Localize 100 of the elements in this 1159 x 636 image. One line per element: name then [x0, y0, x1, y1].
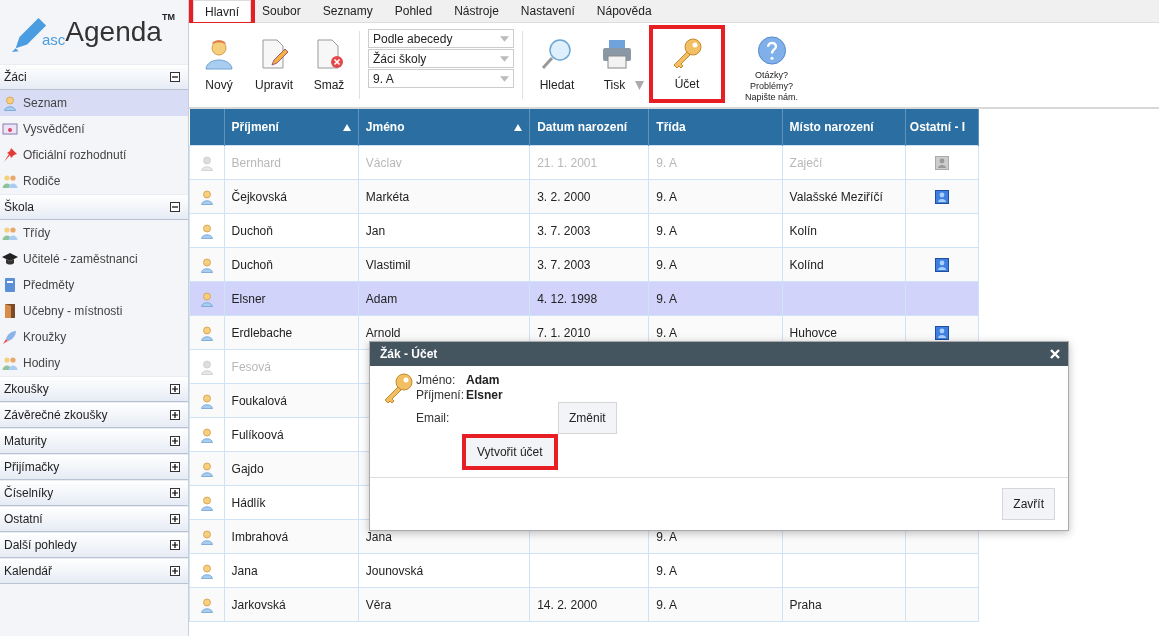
column-header[interactable]: Jméno: [358, 109, 530, 146]
menu-tab[interactable]: Nápověda: [585, 0, 663, 22]
collapse-icon[interactable]: [170, 202, 180, 212]
sidebar-item[interactable]: Učitelé - zaměstnanci: [0, 246, 188, 272]
field-value: Elsner: [466, 387, 503, 402]
table-cell: 9. A: [648, 213, 783, 248]
sidebar-section-header[interactable]: Žáci: [0, 64, 188, 90]
toolbar-button[interactable]: Hledat: [529, 27, 585, 103]
menu-tab[interactable]: Soubor: [251, 0, 312, 22]
toolbar-button[interactable]: Tisk: [589, 27, 645, 103]
sidebar-item[interactable]: Rodiče: [0, 168, 188, 194]
student-icon: [199, 596, 215, 613]
table-cell: 9. A: [648, 179, 783, 214]
rocket-icon: [2, 329, 18, 345]
expand-icon[interactable]: [170, 462, 180, 472]
sidebar-section-header[interactable]: Škola: [0, 194, 188, 220]
expand-icon[interactable]: [170, 488, 180, 498]
expand-icon[interactable]: [170, 436, 180, 446]
people-icon: [2, 173, 18, 189]
table-cell: 9. A: [648, 247, 783, 282]
toolbar-button[interactable]: Nový: [195, 27, 243, 103]
field-label: Příjmení:: [416, 387, 465, 402]
sidebar-item[interactable]: Vysvědčení: [0, 116, 188, 142]
expand-icon[interactable]: [170, 540, 180, 550]
student-icon: [199, 256, 215, 273]
dialog-title-bar: Žák - Účet: [370, 342, 1068, 366]
toolbar-button[interactable]: Smaž: [305, 27, 353, 103]
table-cell: Jarkovská: [224, 587, 359, 622]
student-icon: [199, 324, 215, 341]
column-header[interactable]: Místo narození: [782, 109, 906, 146]
column-header[interactable]: Datum narození: [529, 109, 649, 146]
table-header-cell: [189, 109, 225, 146]
menu-tab[interactable]: Seznamy: [311, 0, 384, 22]
toolbar-button[interactable]: Účet: [649, 25, 725, 103]
table-cell: Elsner: [224, 281, 359, 316]
student-icon: [199, 392, 215, 409]
sidebar-item[interactable]: Předměty: [0, 272, 188, 298]
sidebar-section-header[interactable]: Číselníky: [0, 480, 188, 506]
table-cell: 4. 12. 1998: [529, 281, 649, 316]
student-icon: [199, 188, 215, 205]
table-cell: 9. A: [648, 145, 783, 180]
table-cell: 9. A: [648, 553, 783, 588]
column-header[interactable]: Třída: [648, 109, 783, 146]
table-cell: 9. A: [648, 281, 783, 316]
expand-icon[interactable]: [170, 384, 180, 394]
sidebar-section-header[interactable]: Přijímačky: [0, 454, 188, 480]
menu-tab[interactable]: Pohled: [383, 0, 444, 22]
sidebar-section-header[interactable]: Závěrečné zkoušky: [0, 402, 188, 428]
table-cell: Gajdo: [224, 451, 359, 486]
sidebar-section-header[interactable]: Další pohledy: [0, 532, 188, 558]
graduation-cap-icon: [2, 251, 18, 267]
expand-icon[interactable]: [170, 410, 180, 420]
help-button[interactable]: Otázky? Problémy? Napište nám.: [739, 27, 805, 103]
expand-icon[interactable]: [170, 514, 180, 524]
question-mark-icon: [755, 35, 788, 66]
table-cell: Jana: [224, 553, 359, 588]
table-cell: Markéta: [358, 179, 530, 214]
table-cell: Adam: [358, 281, 530, 316]
dropdown[interactable]: Podle abecedy: [368, 29, 514, 48]
table-cell: Čejkovská: [224, 179, 359, 214]
key-icon: [382, 372, 414, 404]
student-icon: [199, 528, 215, 545]
sidebar-section-header[interactable]: Maturity: [0, 428, 188, 454]
sidebar-section-header[interactable]: Kalendář: [0, 558, 188, 584]
sidebar-section-header[interactable]: Zkoušky: [0, 376, 188, 402]
table-cell: 3. 7. 2003: [529, 213, 649, 248]
menu-tab[interactable]: Nastavení: [509, 0, 586, 22]
close-icon[interactable]: [1050, 349, 1060, 359]
table-cell: 14. 2. 2000: [529, 587, 649, 622]
column-header[interactable]: Ostatní - I: [905, 109, 979, 146]
sidebar-item[interactable]: Třídy: [0, 220, 188, 246]
dropdown-arrow-icon: [635, 80, 645, 90]
sidebar-item[interactable]: Učebny - místnosti: [0, 298, 188, 324]
people-icon: [2, 225, 18, 241]
table-cell: Foukalová: [224, 383, 359, 418]
table-cell: Jounovská: [358, 553, 530, 588]
student-icon: [199, 426, 215, 443]
sidebar-item[interactable]: Kroužky: [0, 324, 188, 350]
toolbar-button[interactable]: Upravit: [247, 27, 301, 103]
menu-tab[interactable]: Nástroje: [443, 0, 510, 22]
create-account-button[interactable]: Vytvořit účet: [462, 434, 558, 470]
sidebar-section-header[interactable]: Ostatní: [0, 506, 188, 532]
table-cell: Kolín: [782, 213, 906, 248]
person-icon: [2, 95, 18, 111]
collapse-icon[interactable]: [170, 72, 180, 82]
close-button[interactable]: Zavřít: [1002, 488, 1055, 520]
dropdown[interactable]: Žáci školy: [368, 49, 514, 68]
expand-icon[interactable]: [170, 566, 180, 576]
sidebar-item[interactable]: Hodiny: [0, 350, 188, 376]
sidebar-item[interactable]: Seznam: [0, 90, 188, 116]
table-cell: Jan: [358, 213, 530, 248]
table-cell: Fesová: [224, 349, 359, 384]
table-cell: Kolínd: [782, 247, 906, 282]
table-cell: Duchoň: [224, 247, 359, 282]
change-button[interactable]: Změnit: [558, 402, 617, 434]
table-cell: Fulíkoová: [224, 417, 359, 452]
column-header[interactable]: Příjmení: [224, 109, 359, 146]
field-label: Email:: [416, 411, 451, 425]
dropdown[interactable]: 9. A: [368, 69, 514, 88]
sidebar-item[interactable]: Oficiální rozhodnutí: [0, 142, 188, 168]
